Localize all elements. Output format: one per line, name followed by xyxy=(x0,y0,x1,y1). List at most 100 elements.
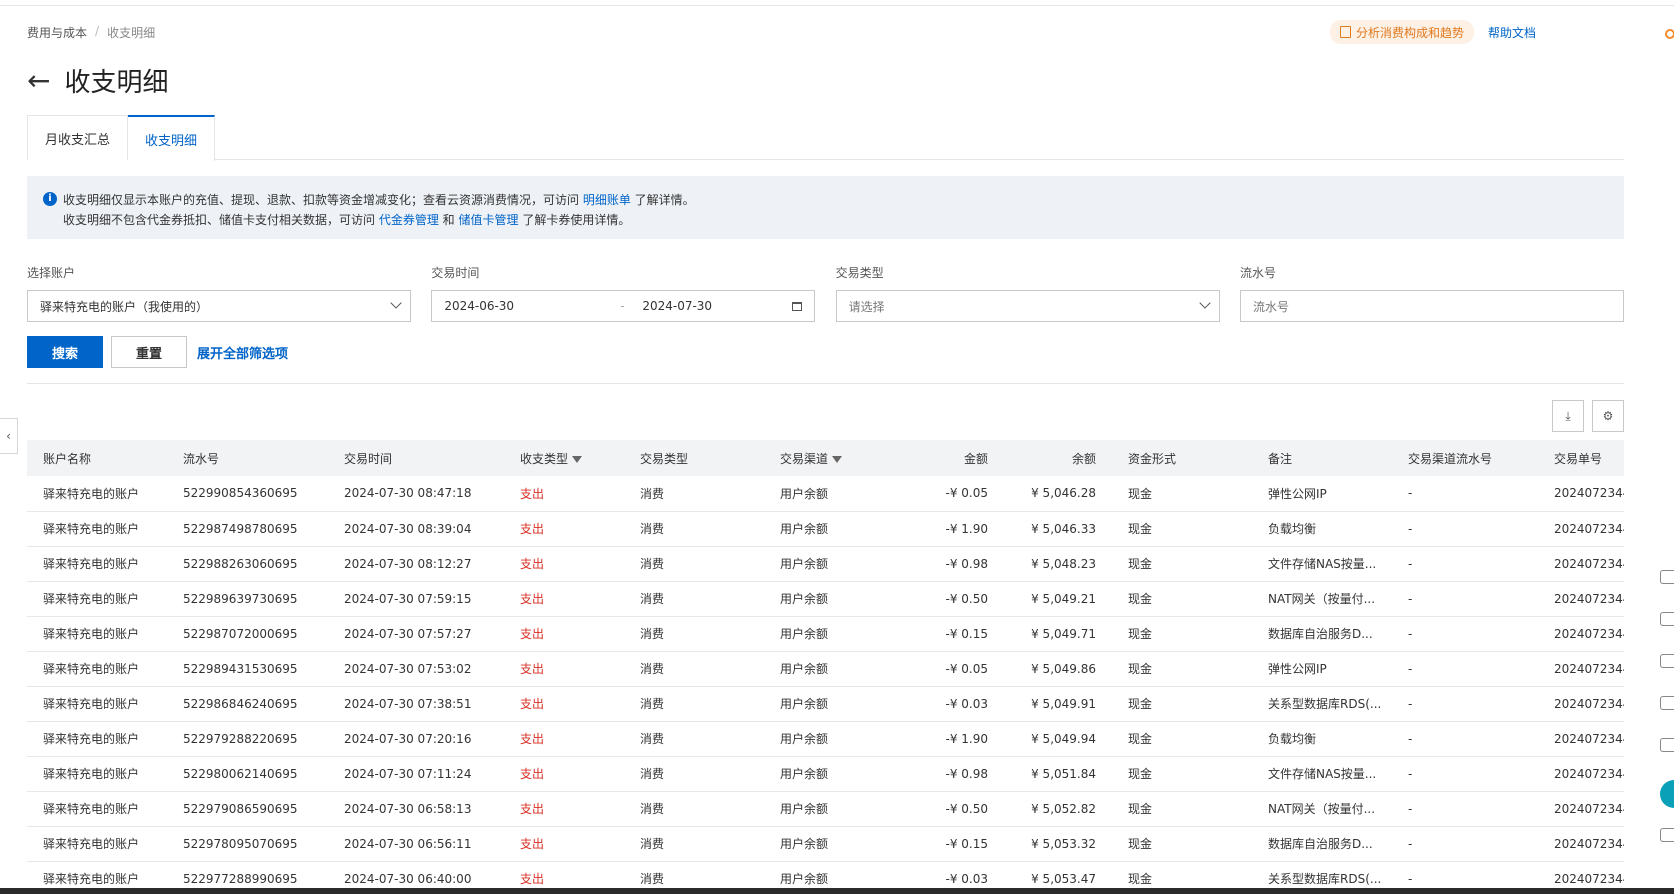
breadcrumb-separator: / xyxy=(95,24,100,38)
cell-serial: 522980062140695 xyxy=(167,756,328,792)
top-border xyxy=(0,0,1674,6)
cell-amount: -¥ 0.50 xyxy=(904,581,1004,617)
col-balance: 余额 xyxy=(1071,451,1096,466)
taskbar xyxy=(0,888,1674,894)
table-row[interactable]: 驿来特充电的账户 522988263060695 2024-07-30 08:12:… xyxy=(27,546,1624,582)
cell-direction: 支出 xyxy=(504,686,624,722)
search-button[interactable]: 搜索 xyxy=(27,336,103,368)
arrow-right-icon[interactable] xyxy=(1660,780,1674,808)
chart-icon xyxy=(1339,26,1351,38)
transaction-type-placeholder: 请选择 xyxy=(848,299,885,314)
message-icon[interactable] xyxy=(1660,612,1674,626)
cell-serial: 522987072000695 xyxy=(167,616,328,652)
settings-icon[interactable] xyxy=(1660,654,1674,668)
cell-account: 驿来特充电的账户 xyxy=(27,686,167,722)
analyze-trend-label: 分析消费构成和趋势 xyxy=(1355,25,1464,40)
table-row[interactable]: 驿来特充电的账户 522990854360695 2024-07-30 08:47:… xyxy=(27,476,1624,512)
cell-serial: 522979288220695 xyxy=(167,721,328,757)
cell-channel-serial: - xyxy=(1392,581,1538,617)
table-row[interactable]: 驿来特充电的账户 522986846240695 2024-07-30 07:38:… xyxy=(27,686,1624,722)
cell-channel: 用户余额 xyxy=(764,511,904,547)
cell-account: 驿来特充电的账户 xyxy=(27,616,167,652)
cell-remark: 负载均衡 xyxy=(1252,721,1392,757)
col-remark: 备注 xyxy=(1268,451,1293,466)
notice-line-2: 收支明细不包含代金券抵扣、储值卡支付相关数据，可访问 代金券管理 和 储值卡管理… xyxy=(63,210,1608,230)
serial-number-input[interactable]: 流水号 xyxy=(1239,290,1624,322)
date-separator: - xyxy=(620,299,625,313)
transaction-type-select[interactable]: 请选择 xyxy=(835,290,1220,322)
cell-order: 2024072344668 xyxy=(1538,651,1624,687)
table-row[interactable]: 驿来特充电的账户 522987498780695 2024-07-30 08:39:… xyxy=(27,511,1624,547)
close-icon[interactable] xyxy=(1660,828,1674,842)
table-header-row: 账户名称 流水号 交易时间 收支类型 交易类型 交易渠道 金额 余额 资金形式 … xyxy=(27,440,1624,476)
detailed-bill-link[interactable]: 明细账单 xyxy=(583,193,631,207)
chevron-down-icon xyxy=(390,297,402,309)
account-select[interactable]: 驿来特充电的账户（我使用的） xyxy=(27,290,411,322)
col-time: 交易时间 xyxy=(344,451,393,466)
edit-icon[interactable] xyxy=(1660,696,1674,710)
cell-type: 消费 xyxy=(624,651,764,687)
cell-fund: 现金 xyxy=(1112,721,1252,757)
cell-balance: ¥ 5,053.32 xyxy=(1004,826,1112,862)
cell-fund: 现金 xyxy=(1112,511,1252,547)
cell-fund: 现金 xyxy=(1112,616,1252,652)
cell-channel-serial: - xyxy=(1392,476,1538,512)
table-row[interactable]: 驿来特充电的账户 522979288220695 2024-07-30 07:20:… xyxy=(27,721,1624,757)
cell-remark: NAT网关（按量付... xyxy=(1252,581,1392,617)
stored-value-card-link[interactable]: 储值卡管理 xyxy=(458,213,518,227)
cell-amount: -¥ 0.15 xyxy=(904,616,1004,652)
table-row[interactable]: 驿来特充电的账户 522987072000695 2024-07-30 07:57:… xyxy=(27,616,1624,652)
end-date[interactable]: 2024-07-30 xyxy=(642,299,792,313)
analyze-trend-button[interactable]: 分析消费构成和趋势 xyxy=(1329,20,1474,44)
feedback-icon[interactable] xyxy=(1660,738,1674,752)
back-arrow-icon[interactable]: ← xyxy=(27,66,50,95)
cell-remark: 弹性公网IP xyxy=(1252,651,1392,687)
cell-balance: ¥ 5,049.94 xyxy=(1004,721,1112,757)
cell-direction: 支出 xyxy=(504,511,624,547)
notification-icon[interactable] xyxy=(1665,29,1674,39)
table-row[interactable]: 驿来特充电的账户 522979086590695 2024-07-30 06:58:… xyxy=(27,791,1624,827)
filter-icon[interactable] xyxy=(832,455,843,463)
cell-direction: 支出 xyxy=(504,826,624,862)
table-row[interactable]: 驿来特充电的账户 522980062140695 2024-07-30 07:11:… xyxy=(27,756,1624,792)
table-row[interactable]: 驿来特充电的账户 522989431530695 2024-07-30 07:53:… xyxy=(27,651,1624,687)
cell-time: 2024-07-30 07:38:51 xyxy=(328,686,504,722)
cell-channel: 用户余额 xyxy=(764,651,904,687)
cell-serial: 522987498780695 xyxy=(167,511,328,547)
cell-type: 消费 xyxy=(624,546,764,582)
col-amount: 金额 xyxy=(963,451,988,466)
table-row[interactable]: 驿来特充电的账户 522989639730695 2024-07-30 07:59:… xyxy=(27,581,1624,617)
settings-gear-icon[interactable]: ⚙ xyxy=(1592,400,1624,432)
serial-filter-label: 流水号 xyxy=(1239,266,1276,280)
start-date[interactable]: 2024-06-30 xyxy=(444,299,620,313)
voucher-management-link[interactable]: 代金券管理 xyxy=(379,213,439,227)
tab-monthly-summary[interactable]: 月收支汇总 xyxy=(27,115,129,160)
cell-fund: 现金 xyxy=(1112,581,1252,617)
cell-account: 驿来特充电的账户 xyxy=(27,791,167,827)
cell-account: 驿来特充电的账户 xyxy=(27,476,167,512)
cell-type: 消费 xyxy=(624,581,764,617)
col-channel-label: 交易渠道 xyxy=(780,451,829,466)
cell-account: 驿来特充电的账户 xyxy=(27,546,167,582)
date-range-picker[interactable]: 2024-06-30 - 2024-07-30 xyxy=(431,290,816,322)
table-row[interactable]: 驿来特充电的账户 522978095070695 2024-07-30 06:56:… xyxy=(27,826,1624,862)
reset-button[interactable]: 重置 xyxy=(111,336,187,368)
breadcrumb-root[interactable]: 费用与成本 xyxy=(27,24,87,41)
sidebar-collapse-handle[interactable]: ‹ xyxy=(0,418,18,454)
filter-icon[interactable] xyxy=(572,455,583,463)
transaction-table: 账户名称 流水号 交易时间 收支类型 交易类型 交易渠道 金额 余额 资金形式 … xyxy=(27,440,1624,894)
cart-icon[interactable] xyxy=(1660,570,1674,584)
cell-account: 驿来特充电的账户 xyxy=(27,651,167,687)
download-icon[interactable]: ⤓ xyxy=(1552,400,1584,432)
notice-text-5: 了解卡券使用详情。 xyxy=(518,213,631,227)
tab-transaction-details[interactable]: 收支明细 xyxy=(128,115,216,161)
cell-channel: 用户余额 xyxy=(764,826,904,862)
cell-remark: 数据库自治服务D... xyxy=(1252,616,1392,652)
cell-serial: 522990854360695 xyxy=(167,476,328,512)
cell-account: 驿来特充电的账户 xyxy=(27,826,167,862)
expand-filters-link[interactable]: 展开全部筛选项 xyxy=(197,343,288,362)
cell-serial: 522978095070695 xyxy=(167,826,328,862)
help-docs-link[interactable]: 帮助文档 xyxy=(1488,24,1536,41)
calendar-icon[interactable] xyxy=(792,301,803,311)
cell-direction: 支出 xyxy=(504,721,624,757)
